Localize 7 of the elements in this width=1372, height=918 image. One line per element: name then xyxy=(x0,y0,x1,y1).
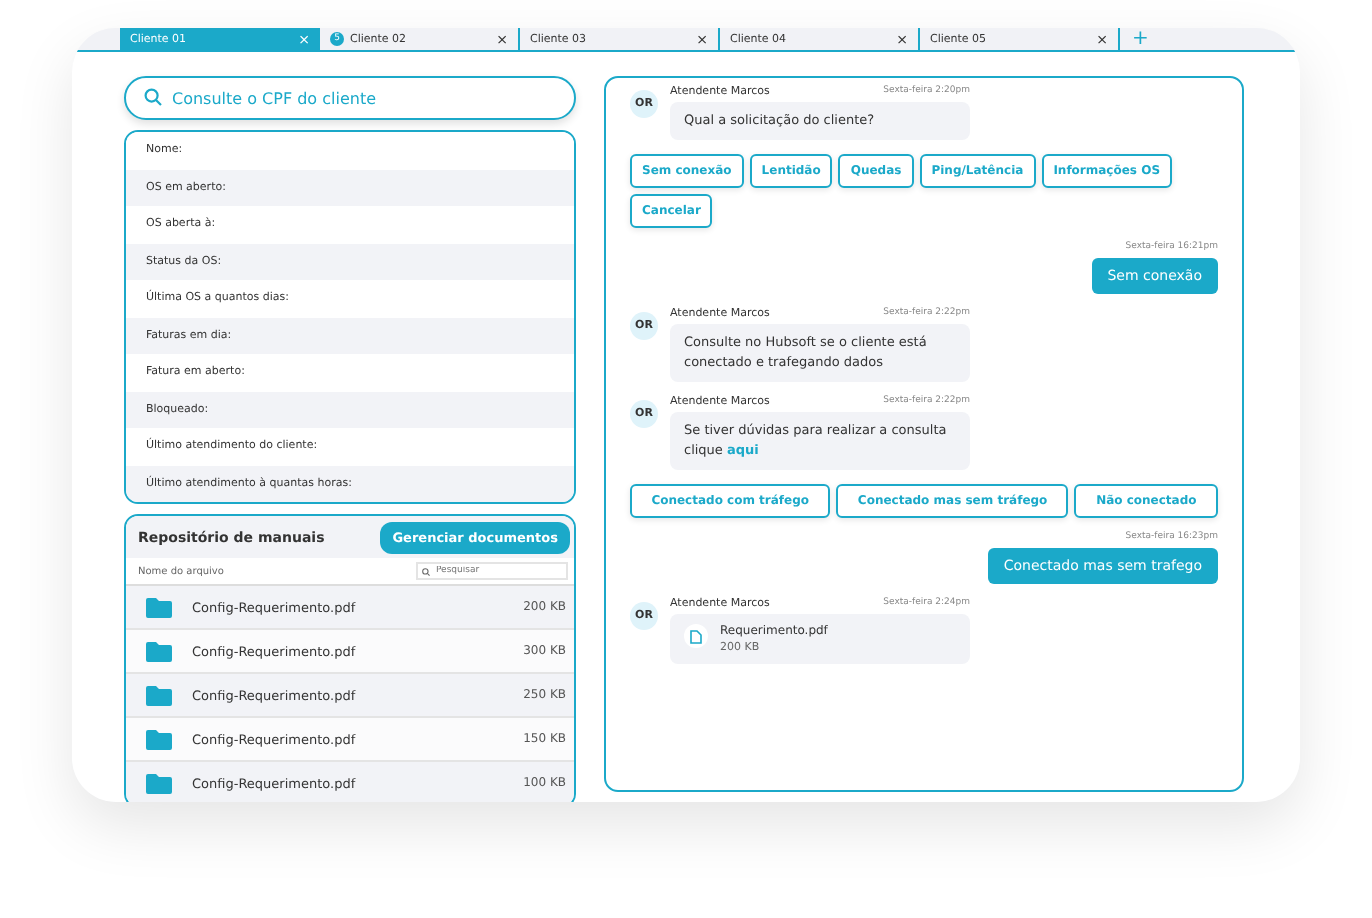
search-field[interactable]: Consulte o CPF do cliente xyxy=(124,76,576,120)
folder-icon xyxy=(146,729,172,749)
folder-icon xyxy=(146,597,172,617)
document-icon xyxy=(684,624,708,649)
folder-icon xyxy=(146,641,172,661)
folder-icon xyxy=(146,685,172,705)
folder-icon xyxy=(146,773,172,793)
